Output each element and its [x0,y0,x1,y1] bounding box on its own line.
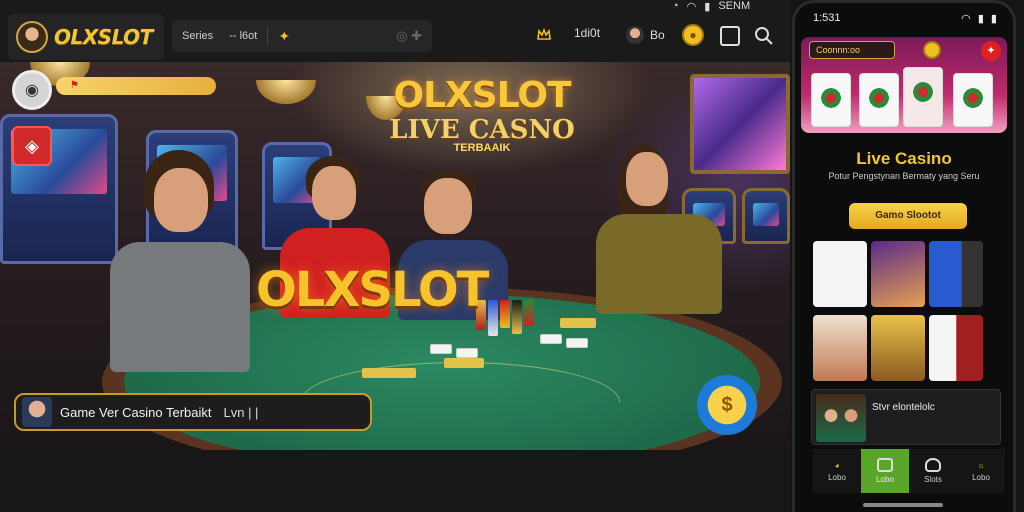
game-tile[interactable] [929,315,983,381]
nav-item-slot[interactable]: -- l6ot [219,30,263,42]
flag-icon: ⚑ [70,80,79,91]
footer-strip [0,450,790,512]
search-button[interactable] [754,26,774,46]
search-icon [755,27,773,45]
phone-pill[interactable]: Coonnn:oo [809,41,895,59]
phone-pill-label: Coonnn:oo [816,45,861,55]
user-name: Bo [650,28,665,42]
pot-icon[interactable]: ◉ [12,70,52,110]
nav-item-series[interactable]: Series [172,30,219,42]
betting-spot [362,368,416,378]
window-status: ◔ ◠ ▮ SENM [672,0,750,13]
brand-logo[interactable]: OLXSLOT [8,14,164,60]
playing-card [566,338,588,348]
hero-logo-sub: LIVE CASNO [389,115,575,145]
coin-icon: ● [682,24,704,46]
chat-icon: ◕ [834,460,840,470]
tool-text-label: 1di0t [574,26,601,40]
wallet-icon [720,26,740,46]
nav-divider [267,27,269,45]
playing-card [430,344,452,354]
phone-banner[interactable]: Coonnn:oo ✦ [801,37,1007,133]
nav-label: Lobo [972,472,990,482]
playing-card [540,334,562,344]
phone-time: 1:531 [813,12,841,24]
signal-icon: ▮ [704,1,711,13]
hero-bar-tail: Lvn | | [223,404,259,420]
phone-subtitle: Potur Pengstynan Bermaty yang Seru [828,171,980,181]
nav-tab-home[interactable]: ⌂ Lobo [957,449,1005,493]
home-indicator [863,503,943,507]
user-menu[interactable]: Bo [626,26,665,44]
nav-controls-icon[interactable]: ◎ ✚ [396,28,432,44]
live-icon[interactable]: ◈ [12,126,52,166]
game-card[interactable] [859,73,899,127]
game-card[interactable] [811,73,851,127]
nav-label: Slots [924,475,942,484]
announcement-pill[interactable]: ⚑ [56,77,216,95]
hero-bar-text: Game Ver Casino Terbaikt [60,404,212,420]
list-item-text: Stvr elontelolc [872,402,935,413]
user-avatar [626,26,644,44]
table-logo: OLXSLOT [256,262,489,318]
hero-info-bar[interactable]: Game Ver Casino Terbaikt Lvn | | [14,393,372,431]
betting-spot [560,318,596,328]
list-item-thumbnail [816,394,866,442]
shield-icon [925,458,941,472]
home-icon: ⌂ [978,460,984,470]
game-tile[interactable] [871,315,925,381]
brand-avatar-icon [16,21,48,53]
tool-text-item[interactable]: 1di0t [574,26,600,40]
phone-coin-icon[interactable] [923,41,941,59]
alarm-icon: ◔ [672,0,679,12]
nav-tab-lobby[interactable]: ◕ Lobo [813,449,861,493]
hero-banner[interactable]: OLXSLOT LIVE CASNO TERBAAIK OLXSLOT ◉ ⚑ … [0,62,790,450]
chandelier-decoration [256,80,316,104]
nav-tab-lobby-active[interactable]: Lobo [861,449,909,493]
phone-title: Live Casino [856,149,952,168]
game-tile[interactable] [929,241,983,307]
wallet-button[interactable] [720,26,740,46]
status-label: SENM [718,0,751,12]
mobile-preview: 1:531 ◠ ▮ ▮ Coonnn:oo ✦ Live Casino Potu… [792,0,1016,512]
hero-logo-main: OLXSLOT [393,75,571,116]
top-bar: OLXSLOT Series -- l6ot ✦ ◎ ✚ ◔ ◠ ▮ SENM … [0,0,790,62]
wifi-icon: ◠ [686,1,697,13]
nav-tab-slots[interactable]: Slots [909,449,957,493]
betting-spot [444,358,484,368]
game-tile[interactable] [813,241,867,307]
phone-bottom-nav: ◕ Lobo Lobo Slots ⌂ Lobo [813,449,1005,493]
nav-label: Lobo [828,472,846,482]
playing-card [456,348,478,358]
coin-button[interactable]: ● [682,24,704,46]
game-card[interactable] [903,67,943,127]
game-tile[interactable] [871,241,925,307]
top-nav: Series -- l6ot ✦ ◎ ✚ [172,20,432,52]
brand-name: OLXSLOT [54,25,153,49]
game-tile[interactable] [813,315,867,381]
game-card[interactable] [953,73,993,127]
slot-machine [742,188,790,244]
phone-cta-button[interactable]: Gamo Slootot [849,203,967,229]
phone-signal-icon: ◠ ▮ ▮ [961,12,999,25]
crown-outline-icon[interactable] [536,26,552,42]
game-grid [813,241,1003,381]
coin-fab-icon[interactable]: $ [697,375,757,435]
star-icon[interactable]: ✦ [272,28,290,45]
phone-close-icon[interactable]: ✦ [981,41,1001,61]
hero-logo: OLXSLOT LIVE CASNO TERBAAIK [382,75,582,155]
nav-label: Lobo [876,475,894,484]
host-avatar [22,397,52,427]
wall-screen [690,74,790,174]
phone-list-item[interactable]: Stvr elontelolc [811,389,1001,445]
clipboard-icon [877,458,893,472]
phone-status-bar: 1:531 ◠ ▮ ▮ [795,3,1013,33]
